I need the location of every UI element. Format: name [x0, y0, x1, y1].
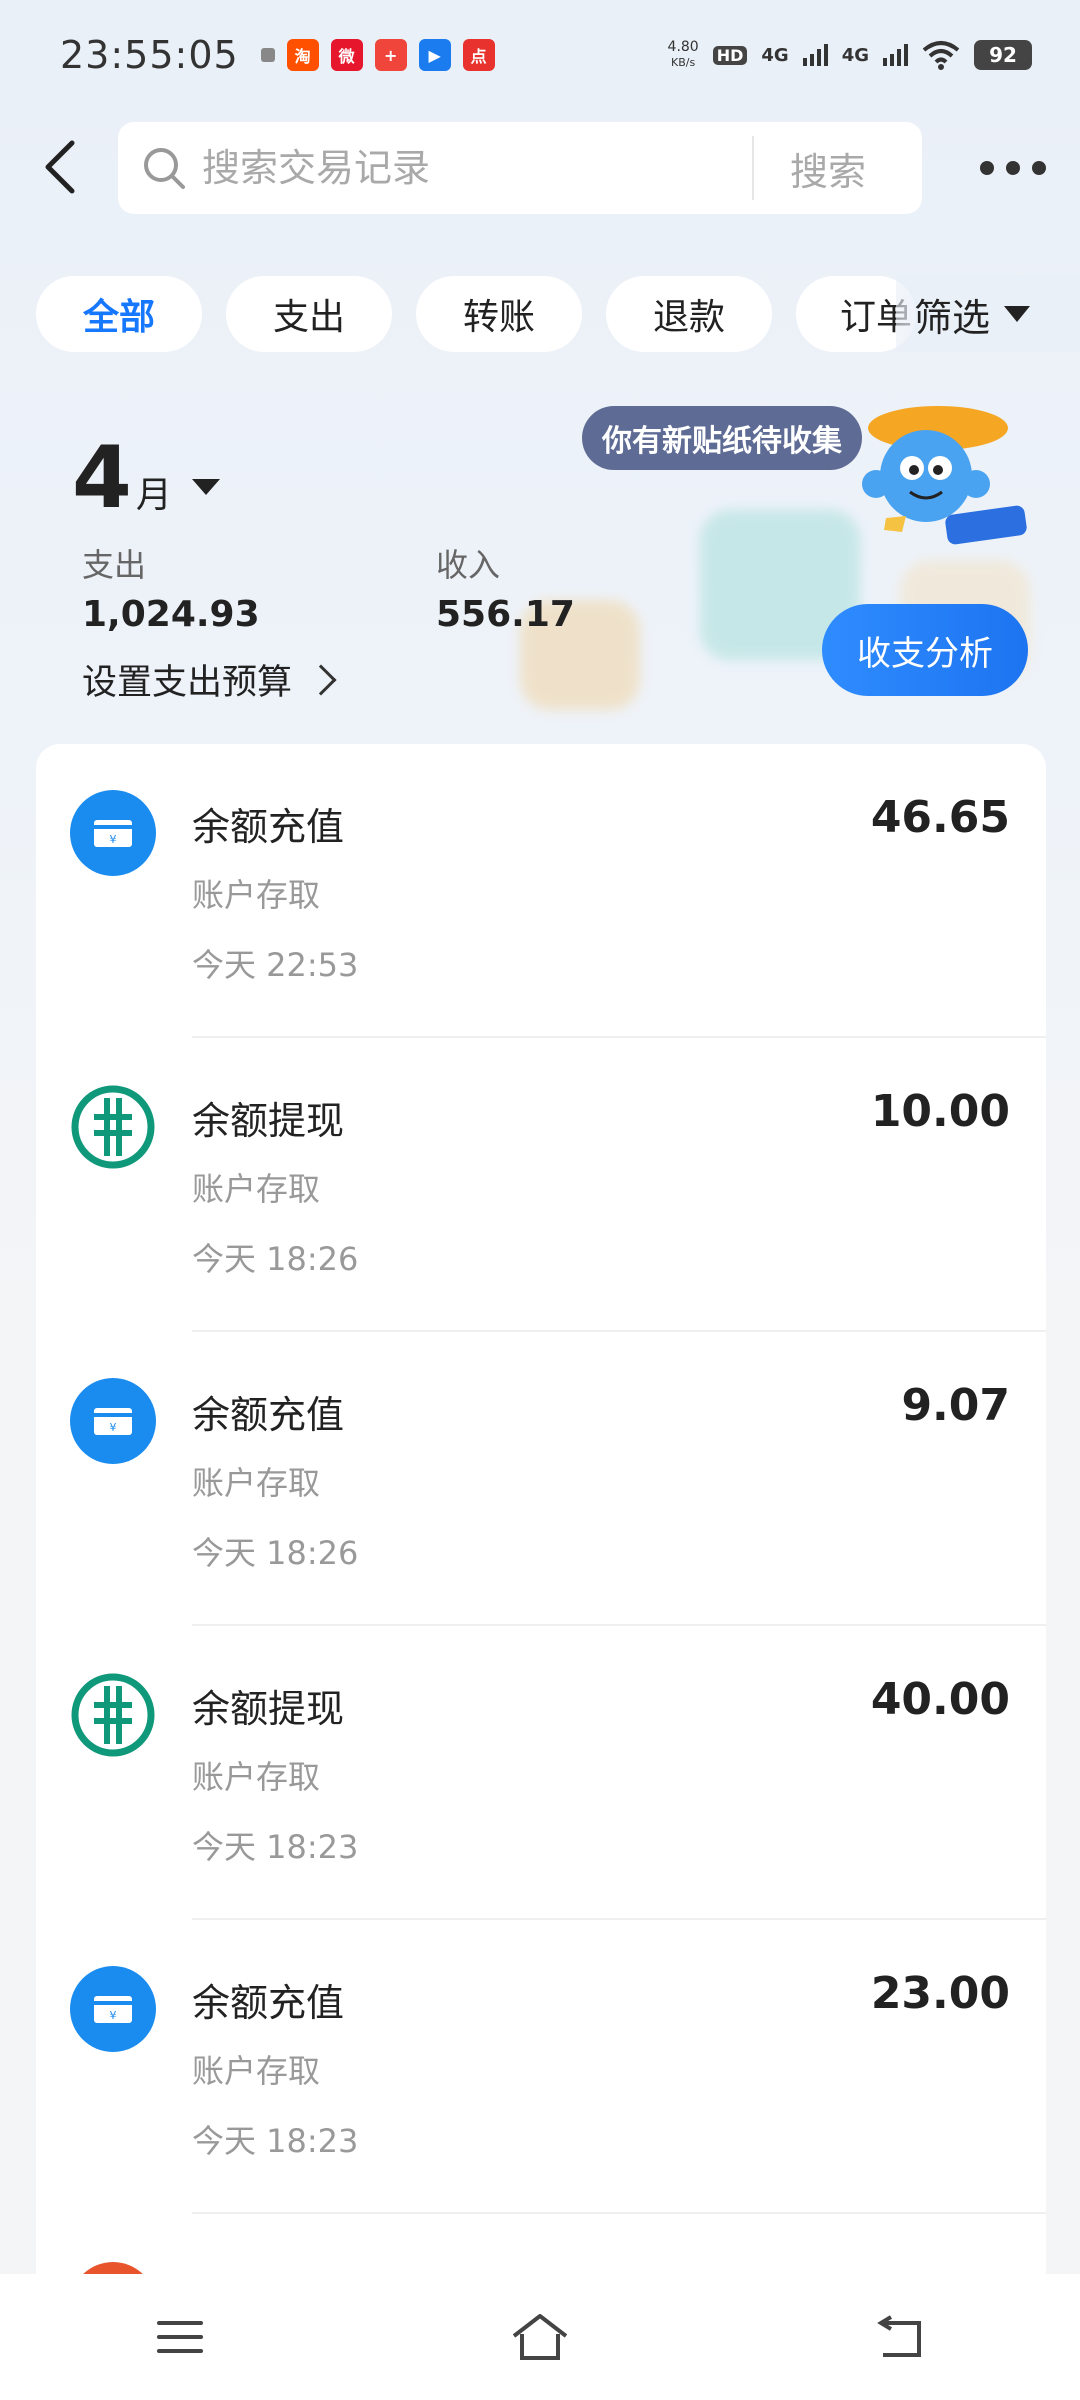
card-icon: ¥: [70, 1378, 156, 1464]
bank-logo-icon: [71, 1085, 155, 1169]
transaction-amount: 10.00: [870, 1086, 1010, 1137]
status-indicators: 4.80 KB/s HD 4G 4G 92: [668, 40, 1032, 70]
transaction-title: 余额充值: [192, 805, 345, 849]
transaction-time: 今天 18:26: [192, 1534, 359, 1572]
transaction-list: ¥ 余额充值 账户存取 今天 22:53 46.65 余额提现 账户存取 今天 …: [36, 744, 1046, 2274]
chevron-left-icon: [45, 140, 75, 194]
hd-icon: HD: [712, 45, 748, 65]
home-icon: [512, 2314, 568, 2360]
more-dot: [1006, 161, 1020, 175]
row-divider: [192, 2212, 1046, 2214]
partial-row-icon: [70, 2262, 156, 2274]
transaction-amount: 46.65: [870, 792, 1010, 843]
search-bar: 搜索: [118, 122, 922, 214]
transaction-time: 今天 18:23: [192, 2122, 359, 2160]
wifi-icon: [922, 41, 960, 70]
signal-bars-icon: [802, 44, 828, 66]
app-notify-icon: [260, 48, 275, 62]
more-dot: [1032, 161, 1046, 175]
card-icon: ¥: [70, 1966, 156, 2052]
svg-text:¥: ¥: [110, 1421, 117, 1434]
transaction-row[interactable]: ¥ 余额充值 账户存取 今天 18:23 23.00: [36, 1920, 1046, 2214]
weibo-icon: 微: [330, 39, 363, 71]
transaction-title: 余额充值: [192, 1393, 345, 1437]
chip-transfer[interactable]: 转账: [416, 276, 582, 352]
notification-icons: 淘 微 + ▶ 点: [260, 39, 495, 71]
search-icon: [144, 148, 185, 189]
svg-text:¥: ¥: [110, 833, 117, 846]
net-speed-unit: KB/s: [671, 56, 696, 69]
back-button[interactable]: [30, 132, 90, 202]
budget-label: 设置支出预算: [82, 663, 293, 703]
menu-icon: [157, 2321, 203, 2353]
transaction-time: 今天 18:26: [192, 1240, 359, 1278]
caret-down-icon: [1004, 306, 1031, 322]
transaction-category: 账户存取: [192, 1758, 321, 1796]
signal-label: 4G: [841, 44, 869, 66]
transaction-row[interactable]: 余额提现 账户存取 今天 18:23 40.00: [36, 1626, 1046, 1920]
transaction-category: 账户存取: [192, 2052, 321, 2090]
net-speed-value: 4.80: [667, 39, 699, 55]
transaction-time: 今天 18:23: [192, 1828, 359, 1866]
chip-all[interactable]: 全部: [36, 276, 202, 352]
transaction-amount: 40.00: [870, 1674, 1010, 1725]
chip-refund[interactable]: 退款: [606, 276, 772, 352]
status-time: 23:55:05: [60, 33, 239, 77]
transaction-time: 今天 22:53: [192, 946, 359, 984]
transaction-amount: 23.00: [870, 1968, 1010, 2019]
card-icon: ¥: [70, 790, 156, 876]
home-button[interactable]: [500, 2297, 580, 2377]
expense-value: 1,024.93: [82, 594, 260, 635]
transaction-row[interactable]: ¥ 余额充值 账户存取 今天 18:26 9.07: [36, 1332, 1046, 1626]
sticker-bubble[interactable]: 你有新贴纸待收集: [582, 406, 862, 470]
search-input[interactable]: [202, 146, 742, 190]
search-divider: [752, 136, 754, 200]
analysis-button[interactable]: 收支分析: [822, 604, 1028, 696]
app-notify-icon: 淘: [286, 39, 319, 71]
chip-expense[interactable]: 支出: [226, 276, 392, 352]
signal-label: 4G: [761, 44, 789, 66]
filter-chips: 全部 支出 转账 退款 订单: [36, 276, 916, 352]
app-notify-icon: ▶: [418, 39, 451, 71]
transaction-row[interactable]: 余额提现 账户存取 今天 18:26 10.00: [36, 1038, 1046, 1332]
transaction-title: 余额提现: [192, 1687, 345, 1731]
transaction-title: 余额提现: [192, 1099, 345, 1143]
transaction-category: 账户存取: [192, 1464, 321, 1502]
mascot-sticker-icon[interactable]: [846, 398, 1032, 548]
caret-down-icon: [191, 479, 220, 495]
battery-icon: 92: [974, 40, 1032, 70]
back-nav-icon: [877, 2315, 921, 2357]
budget-link[interactable]: 设置支出预算: [82, 654, 337, 705]
filter-button[interactable]: 筛选: [896, 276, 1080, 352]
month-selector[interactable]: 4 月: [72, 428, 220, 528]
month-unit: 月: [135, 475, 172, 516]
bank-logo-icon: [71, 1673, 155, 1757]
transaction-title: 余额充值: [192, 1981, 345, 2025]
expense-label: 支出: [82, 546, 147, 584]
month-number: 4: [72, 428, 132, 528]
chevron-right-icon: [305, 663, 337, 696]
transaction-category: 账户存取: [192, 1170, 321, 1208]
transaction-category: 账户存取: [192, 876, 321, 914]
menu-button[interactable]: [140, 2297, 220, 2377]
more-options-button[interactable]: [980, 146, 1046, 190]
more-dot: [980, 161, 994, 175]
transaction-amount: 9.07: [901, 1380, 1010, 1431]
svg-text:¥: ¥: [110, 2009, 117, 2022]
net-speed: 4.80 KB/s: [668, 40, 699, 70]
signal-bars-icon: [883, 44, 908, 66]
transaction-row[interactable]: ¥ 余额充值 账户存取 今天 22:53 46.65: [36, 744, 1046, 1038]
app-notify-icon: 点: [462, 39, 495, 71]
system-nav-bar: [0, 2274, 1080, 2400]
search-button[interactable]: 搜索: [790, 141, 866, 196]
income-value: 556.17: [436, 594, 575, 635]
filter-label: 筛选: [914, 295, 991, 340]
back-nav-button[interactable]: [860, 2297, 940, 2377]
income-label: 收入: [436, 546, 501, 584]
app-notify-icon: +: [374, 39, 407, 71]
status-bar: 23:55:05 淘 微 + ▶ 点 4.80 KB/s HD 4G 4G 92: [0, 0, 1080, 110]
